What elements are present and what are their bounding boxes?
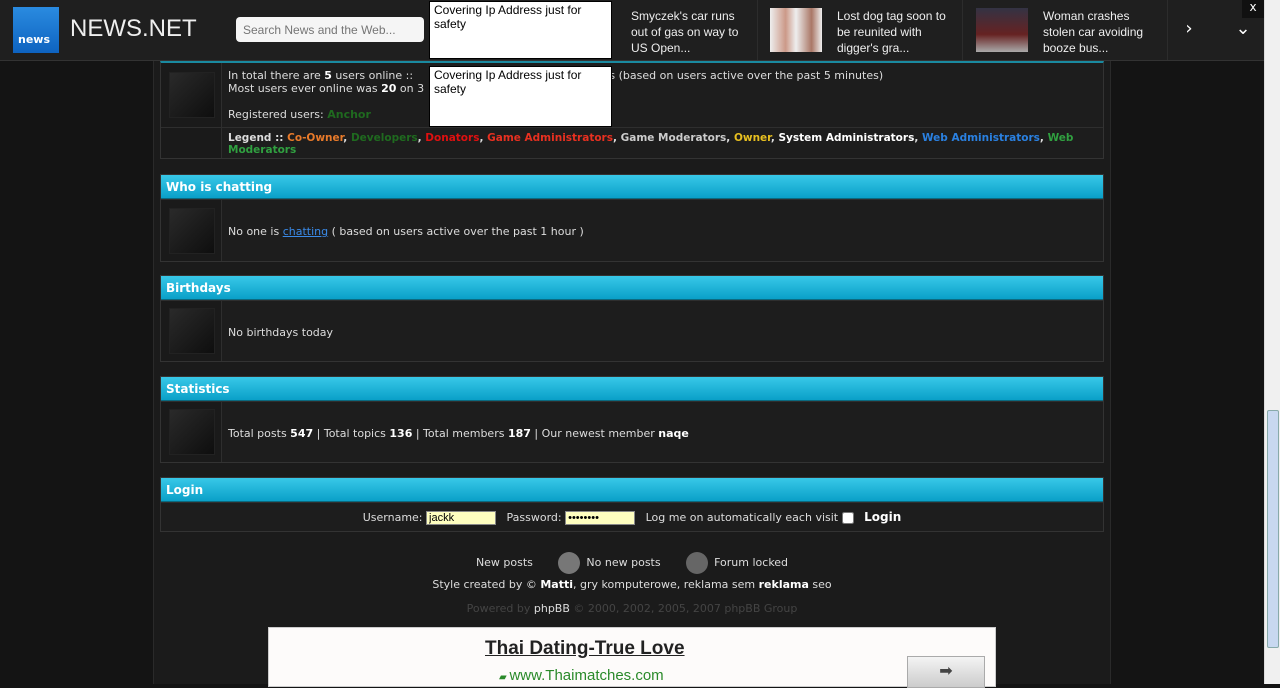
legend-group[interactable]: Game Moderators bbox=[621, 132, 727, 144]
online-stats: In total there are 5 users online :: est… bbox=[228, 69, 884, 121]
chevron-down-icon[interactable]: ⌄ bbox=[1232, 18, 1254, 44]
cover-box: Covering Ip Address just for safety bbox=[429, 66, 612, 127]
statistics-icon bbox=[169, 409, 215, 455]
news-logo[interactable]: news bbox=[13, 7, 59, 53]
scrollbar[interactable] bbox=[1264, 0, 1280, 684]
legend-group[interactable]: Owner bbox=[734, 132, 771, 144]
legend-group[interactable]: System Administrators bbox=[778, 132, 914, 144]
brand-title: NEWS.NET bbox=[70, 15, 197, 42]
username-input[interactable] bbox=[426, 511, 497, 525]
search-input[interactable] bbox=[236, 17, 424, 42]
arrow-right-icon[interactable]: ➡ bbox=[907, 656, 985, 688]
statistics-section: Statistics Total posts 547 | Total topic… bbox=[160, 376, 1104, 463]
cover-box: Covering Ip Address just for safety bbox=[429, 1, 612, 59]
password-input[interactable] bbox=[565, 511, 636, 525]
legend-group[interactable]: Game Administrators bbox=[487, 132, 613, 144]
style-credit: Style created by © Matti, gry komputerow… bbox=[432, 578, 832, 591]
news-thumbnail bbox=[976, 8, 1028, 52]
login-section: Login Username: Password: Log me on auto… bbox=[160, 477, 1104, 532]
lock-icon bbox=[686, 552, 709, 574]
no-new-posts-icon bbox=[558, 552, 581, 574]
icon-legend: New posts No new posts Forum locked bbox=[160, 552, 1104, 574]
advertisement[interactable]: Thai Dating-True Love ▰ www.Thaimatches.… bbox=[268, 627, 996, 688]
who-is-online-section: In total there are 5 users online :: est… bbox=[160, 61, 1104, 159]
close-button[interactable]: x bbox=[1242, 0, 1264, 18]
auto-login-checkbox[interactable] bbox=[841, 512, 854, 524]
section-header: Statistics bbox=[161, 377, 1103, 401]
logo-text: news bbox=[18, 33, 51, 46]
birthday-icon bbox=[169, 308, 215, 354]
birthdays-text: No birthdays today bbox=[228, 326, 334, 339]
news-item[interactable]: Smyczek's car runs out of gas on way to … bbox=[618, 0, 758, 60]
section-header: Who is chatting bbox=[161, 175, 1103, 199]
legend-group[interactable]: Donators bbox=[425, 132, 479, 144]
flag-icon: ▰ bbox=[499, 672, 510, 683]
ad-url[interactable]: ▰ www.Thaimatches.com bbox=[499, 667, 664, 684]
user-link[interactable]: Anchor bbox=[327, 108, 371, 121]
ad-title[interactable]: Thai Dating-True Love bbox=[485, 638, 685, 660]
legend-group[interactable]: Developers bbox=[351, 132, 418, 144]
news-toolbar: news NEWS.NET Smyczek's car runs out of … bbox=[0, 0, 1264, 61]
chat-icon bbox=[169, 207, 215, 254]
phpbb-link[interactable]: phpBB bbox=[534, 602, 570, 615]
news-item[interactable]: Woman crashes stolen car avoiding booze … bbox=[963, 0, 1168, 60]
news-item[interactable]: Lost dog tag soon to be reunited with di… bbox=[758, 0, 963, 60]
legend: Legend :: Co-Owner, Developers, Donators… bbox=[228, 132, 1074, 156]
birthdays-section: Birthdays No birthdays today bbox=[160, 275, 1104, 362]
online-icon bbox=[169, 72, 215, 118]
legend-group[interactable]: Web Administrators bbox=[922, 132, 1040, 144]
powered-by: Powered by phpBB © 2000, 2002, 2005, 200… bbox=[466, 602, 798, 615]
news-title: Woman crashes stolen car avoiding booze … bbox=[1043, 9, 1144, 55]
chevron-right-icon[interactable]: › bbox=[1178, 18, 1200, 44]
news-title: Lost dog tag soon to be reunited with di… bbox=[837, 9, 946, 55]
section-header: Login bbox=[161, 478, 1103, 502]
who-is-chatting-section: Who is chatting No one is chatting ( bas… bbox=[160, 174, 1104, 262]
legend-group[interactable]: Co-Owner bbox=[287, 132, 343, 144]
newest-member-link[interactable]: naqe bbox=[658, 427, 689, 440]
news-title: Smyczek's car runs out of gas on way to … bbox=[631, 9, 739, 55]
statistics-text: Total posts 547 | Total topics 136 | Tot… bbox=[228, 427, 689, 440]
news-thumbnail bbox=[770, 8, 822, 52]
scrollbar-thumb[interactable] bbox=[1267, 410, 1279, 648]
login-button[interactable]: Login bbox=[864, 510, 901, 524]
section-header: Birthdays bbox=[161, 276, 1103, 300]
login-form: Username: Password: Log me on automatica… bbox=[161, 502, 1103, 531]
chatting-link[interactable]: chatting bbox=[283, 225, 328, 238]
